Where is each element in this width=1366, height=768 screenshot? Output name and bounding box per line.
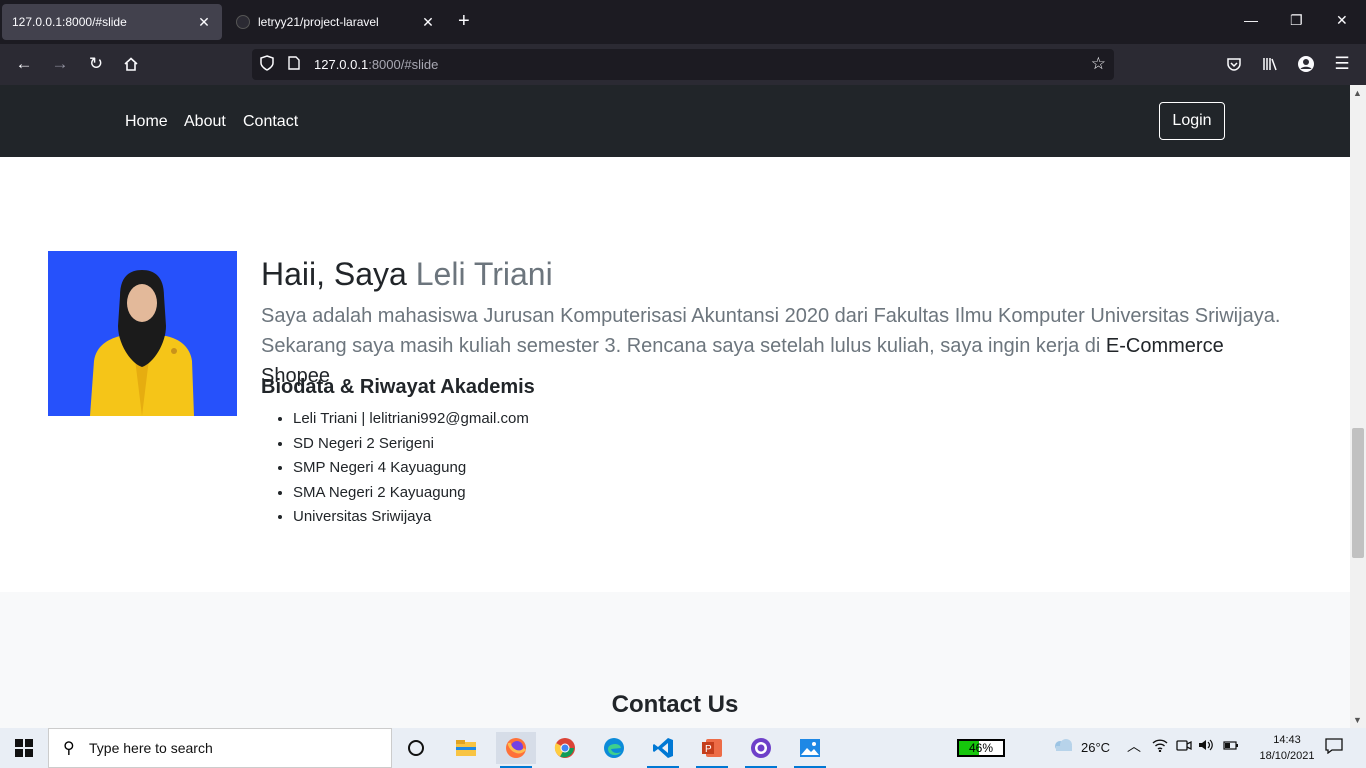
tab-title: 127.0.0.1:8000/#slide xyxy=(12,15,127,29)
window-close-icon[interactable]: ✕ xyxy=(1336,12,1348,29)
scroll-down-icon[interactable]: ▼ xyxy=(1353,715,1362,725)
browser-toolbar: ← → ↻ 127.0.0.1:8000/#slide ☆ ☰ xyxy=(0,44,1366,85)
profile-name: Leli Triani xyxy=(415,256,553,292)
menu-icon[interactable]: ☰ xyxy=(1330,52,1354,76)
search-icon: ⚲ xyxy=(63,740,75,757)
pocket-icon[interactable] xyxy=(1222,52,1246,76)
battery-indicator[interactable]: 46% xyxy=(957,739,1005,757)
list-item: SD Negeri 2 Serigeni xyxy=(293,432,529,457)
shield-icon[interactable] xyxy=(260,55,278,74)
start-button[interactable] xyxy=(0,728,48,768)
list-item: Universitas Sriwijaya xyxy=(293,505,529,530)
windows-taskbar: ⚲ Type here to search P 46% 26°C ︿ 14:43… xyxy=(0,728,1366,768)
page-scrollbar[interactable]: ▲ ▼ xyxy=(1350,85,1366,728)
battery-percent: 46% xyxy=(968,741,994,755)
chevron-up-icon[interactable]: ︿ xyxy=(1127,736,1141,756)
scroll-thumb[interactable] xyxy=(1352,428,1364,558)
chrome-icon[interactable] xyxy=(545,732,585,764)
nav-about[interactable]: About xyxy=(184,113,226,131)
library-icon[interactable] xyxy=(1258,52,1282,76)
edge-icon[interactable] xyxy=(594,732,634,764)
browser-tab-bar: 127.0.0.1:8000/#slide ✕ letryy21/project… xyxy=(0,0,1366,44)
taskbar-clock[interactable]: 14:43 18/10/2021 xyxy=(1252,732,1322,764)
scroll-up-icon[interactable]: ▲ xyxy=(1353,88,1362,98)
list-item: SMP Negeri 4 Kayuagung xyxy=(293,456,529,481)
login-button[interactable]: Login xyxy=(1159,102,1225,140)
url-bar[interactable]: 127.0.0.1:8000/#slide ☆ xyxy=(252,49,1114,80)
taskbar-search-box[interactable]: ⚲ Type here to search xyxy=(48,728,392,768)
page-info-icon[interactable] xyxy=(288,56,302,73)
volume-icon[interactable] xyxy=(1198,738,1214,755)
file-explorer-icon[interactable] xyxy=(446,732,486,764)
cortana-icon[interactable] xyxy=(396,732,436,764)
bio-title: Biodata & Riwayat Akademis xyxy=(261,376,535,398)
reload-icon[interactable]: ↻ xyxy=(84,52,108,76)
svg-text:P: P xyxy=(705,744,712,755)
contact-title: Contact Us xyxy=(611,691,739,718)
meet-now-icon[interactable] xyxy=(1176,738,1192,755)
firefox-icon[interactable] xyxy=(496,732,536,768)
notifications-icon[interactable] xyxy=(1325,738,1343,757)
minimize-icon[interactable]: — xyxy=(1244,12,1258,28)
tab-github[interactable]: letryy21/project-laravel ✕ xyxy=(226,4,446,40)
photos-icon[interactable] xyxy=(790,732,830,768)
close-tab-icon[interactable]: ✕ xyxy=(196,14,212,31)
weather-cloud-icon[interactable] xyxy=(1052,737,1074,756)
bookmark-star-icon[interactable]: ☆ xyxy=(1091,54,1106,74)
nav-contact[interactable]: Contact xyxy=(243,113,298,131)
close-tab-icon[interactable]: ✕ xyxy=(420,14,436,31)
temperature-label[interactable]: 26°C xyxy=(1081,740,1110,755)
battery-tray-icon[interactable] xyxy=(1223,738,1239,755)
profile-photo xyxy=(48,251,237,416)
restore-icon[interactable]: ❐ xyxy=(1290,12,1303,29)
search-placeholder: Type here to search xyxy=(89,740,213,756)
clock-date: 18/10/2021 xyxy=(1259,750,1315,762)
new-tab-icon[interactable]: + xyxy=(458,10,470,32)
list-item: Leli Triani | lelitriani992@gmail.com xyxy=(293,407,529,432)
tab-active[interactable]: 127.0.0.1:8000/#slide ✕ xyxy=(2,4,222,40)
back-icon[interactable]: ← xyxy=(12,52,36,76)
nav-home[interactable]: Home xyxy=(125,113,168,131)
vscode-icon[interactable] xyxy=(643,732,683,768)
account-icon[interactable] xyxy=(1294,52,1318,76)
home-icon[interactable] xyxy=(119,52,143,76)
tab-title: letryy21/project-laravel xyxy=(258,15,379,29)
url-text: 127.0.0.1:8000/#slide xyxy=(314,57,439,72)
github-desktop-icon[interactable] xyxy=(741,732,781,768)
site-navbar: Home About Contact Login xyxy=(0,85,1350,157)
wifi-icon[interactable] xyxy=(1152,738,1168,755)
powerpoint-icon[interactable]: P xyxy=(692,732,732,768)
github-favicon-icon xyxy=(236,15,250,29)
list-item: SMA Negeri 2 Kayuagung xyxy=(293,481,529,506)
contact-section: Contact Us xyxy=(0,592,1350,728)
page-viewport: Home About Contact Login Haii, Saya Leli… xyxy=(0,85,1350,728)
forward-icon[interactable]: → xyxy=(48,52,72,76)
intro-heading: Haii, Saya Leli Triani xyxy=(261,256,553,292)
windows-logo-icon xyxy=(15,739,33,757)
bio-list: Leli Triani | lelitriani992@gmail.com SD… xyxy=(293,407,529,530)
clock-time: 14:43 xyxy=(1273,734,1301,746)
